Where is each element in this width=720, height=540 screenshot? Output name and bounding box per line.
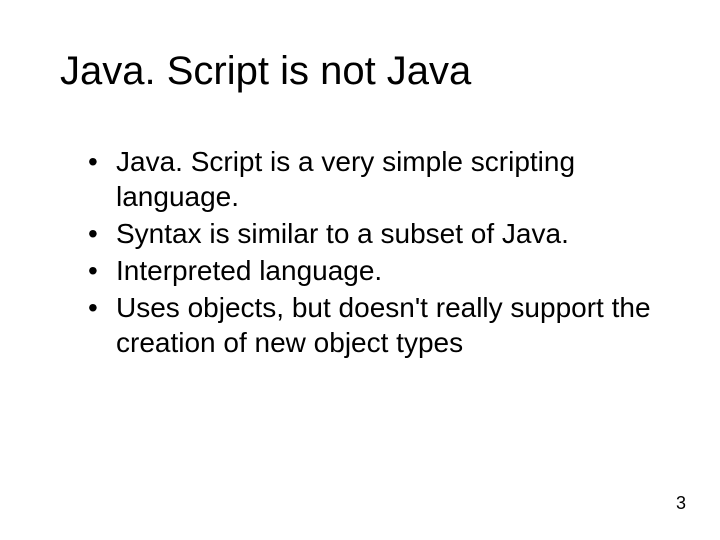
slide-title: Java. Script is not Java: [60, 48, 660, 94]
list-item: Java. Script is a very simple scripting …: [88, 144, 660, 214]
page-number: 3: [676, 493, 686, 514]
list-item: Syntax is similar to a subset of Java.: [88, 216, 660, 251]
list-item: Uses objects, but doesn't really support…: [88, 290, 660, 360]
list-item: Interpreted language.: [88, 253, 660, 288]
slide: Java. Script is not Java Java. Script is…: [0, 0, 720, 540]
bullet-list: Java. Script is a very simple scripting …: [60, 144, 660, 360]
